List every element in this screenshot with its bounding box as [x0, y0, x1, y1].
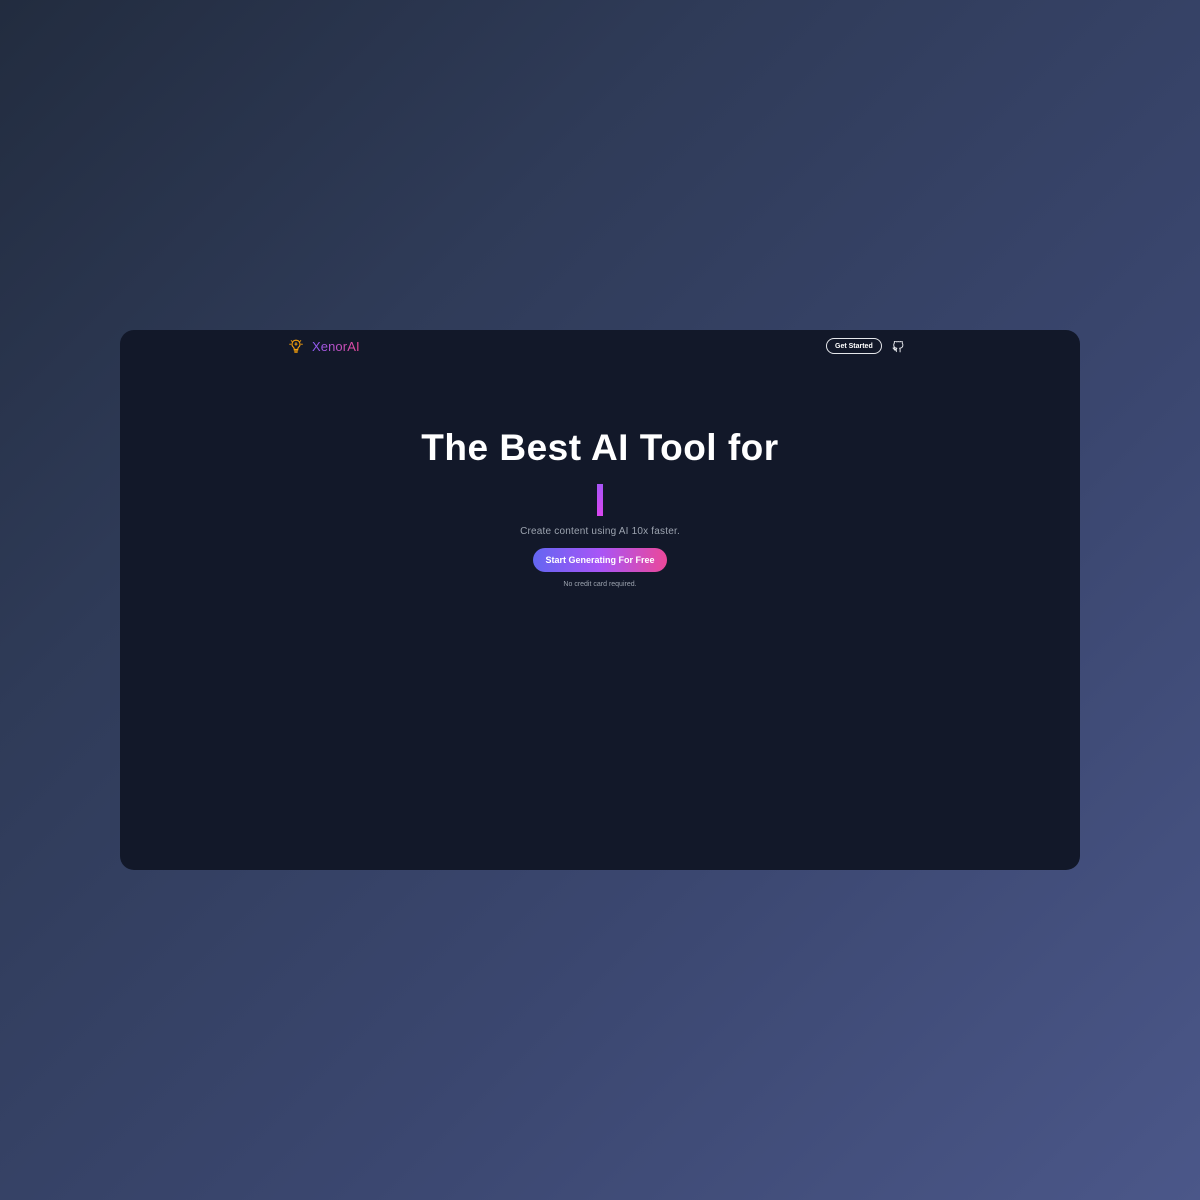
- brand-name: XenorAI: [312, 338, 360, 354]
- nav-actions: Get Started: [826, 338, 904, 354]
- typing-cursor: [597, 484, 603, 516]
- start-generating-button[interactable]: Start Generating For Free: [533, 548, 667, 572]
- hero-subtitle: Create content using AI 10x faster.: [520, 526, 680, 537]
- brand-link[interactable]: XenorAI: [288, 338, 360, 354]
- github-icon[interactable]: [892, 340, 904, 353]
- app-window: XenorAI Get Started The Best AI Tool for…: [120, 330, 1080, 870]
- no-credit-card-note: No credit card required.: [563, 581, 637, 588]
- top-nav: XenorAI Get Started: [120, 330, 1080, 364]
- hero-title: The Best AI Tool for: [421, 427, 779, 468]
- get-started-button[interactable]: Get Started: [826, 338, 882, 354]
- hero-section: The Best AI Tool for Create content usin…: [120, 426, 1080, 588]
- lightbulb-icon: [288, 338, 304, 354]
